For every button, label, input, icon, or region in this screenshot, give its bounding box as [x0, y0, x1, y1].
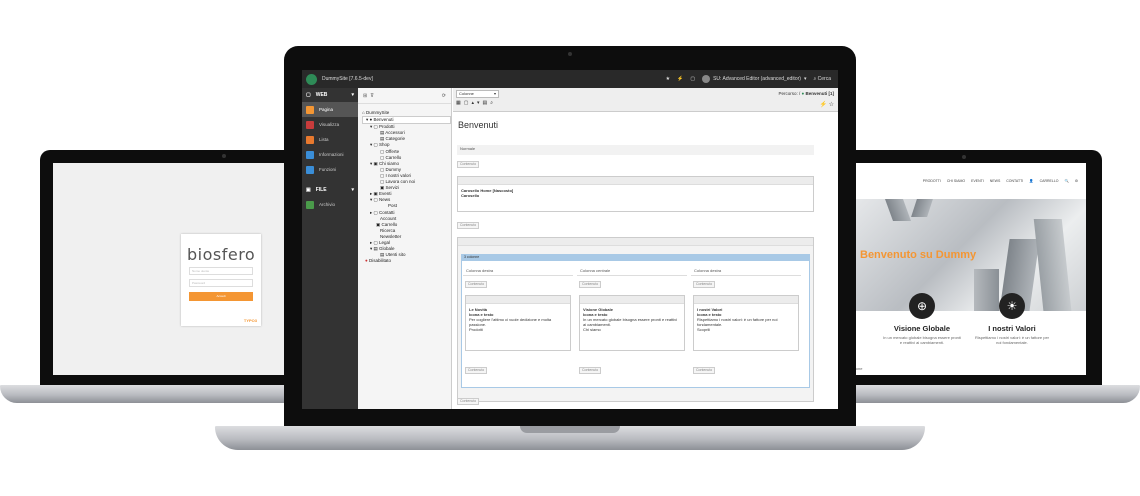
- content-element-valori[interactable]: I nostri Valori Icona e testo Rispettiamo …: [693, 295, 799, 351]
- search-icon: ⌕: [813, 76, 817, 82]
- add-content-button[interactable]: Contenuto: [579, 281, 602, 288]
- view-icon[interactable]: ▦: [456, 100, 461, 106]
- column-head: Colonna destra: [463, 266, 573, 276]
- module-group-file[interactable]: ▣ FILE ▾: [302, 183, 358, 197]
- feature-valori: ☀ I nostri Valori Rispettiamo i nostri v…: [972, 293, 1052, 345]
- down-icon[interactable]: ▾: [477, 100, 480, 106]
- content-element-visione[interactable]: Visione Globale Icona e testo In un mercat…: [579, 295, 685, 351]
- tree-node[interactable]: ● Disabilitato: [362, 258, 451, 264]
- typo3-topbar: DummySite [7.6.5-dev] ★ ⚡ ▢ SU: Advanced…: [302, 70, 838, 88]
- search-icon[interactable]: 🔍: [1065, 179, 1069, 183]
- tree-node[interactable]: ▾ ● Benvenuti: [362, 116, 451, 125]
- module-visualizza[interactable]: Visualizza: [302, 117, 358, 132]
- flash-icon[interactable]: ⚡: [819, 102, 826, 108]
- filter-icon[interactable]: ⊽: [370, 93, 374, 99]
- site-name: DummySite [7.6.5-dev]: [322, 76, 373, 82]
- module-informazioni[interactable]: Informazioni: [302, 147, 358, 162]
- page-module-content: Colonne ▾ ▦ ▢ ▴ ▾ ▤ ⌕ Percorso: / ● Benve…: [453, 88, 838, 409]
- info-module-icon: [306, 150, 314, 159]
- nav-contatti[interactable]: CONTATTI: [1006, 179, 1023, 183]
- page-module-icon: [306, 105, 314, 114]
- add-content-button[interactable]: Contenuto: [457, 222, 480, 229]
- add-content-button[interactable]: Contenuto: [465, 281, 488, 288]
- chevron-down-icon: ▾: [493, 91, 496, 96]
- avatar: [702, 75, 711, 83]
- feature-text: Rispettiamo i nostri valori: è un fattor…: [974, 335, 1050, 345]
- doc-header: Colonne ▾ ▦ ▢ ▴ ▾ ▤ ⌕ Percorso: / ● Benve…: [453, 88, 838, 112]
- page-status-icon: ●: [801, 91, 805, 96]
- scene: biosfero Nome utente Password Accedi TYP…: [0, 0, 1140, 496]
- chevron-down-icon: ▾: [803, 76, 807, 82]
- module-archivio[interactable]: Archivio: [302, 197, 358, 212]
- column-select[interactable]: Colonne ▾: [456, 90, 499, 98]
- up-icon[interactable]: ▴: [471, 100, 474, 106]
- docheader-right-buttons: ⚡ ☆: [819, 101, 834, 108]
- new-icon[interactable]: ▢: [464, 100, 469, 106]
- bulb-icon: ☀: [999, 293, 1025, 319]
- add-content-button[interactable]: Contenuto: [457, 161, 480, 168]
- tree-list: ⌂ DummySite ▾ ● Benvenuti ▾ ▢ Prodotti ▤…: [358, 104, 451, 264]
- add-content-button[interactable]: Contenuto: [457, 398, 480, 405]
- chevron-down-icon: ▾: [351, 92, 354, 98]
- tree-toolbar: ⊞ ⊽ ⟳: [358, 88, 451, 104]
- add-content-button[interactable]: Contenuto: [579, 367, 602, 374]
- settings-icon[interactable]: ⚙: [1075, 179, 1078, 183]
- new-page-icon[interactable]: ⊞: [363, 93, 367, 99]
- list-module-icon: [306, 135, 314, 144]
- nav-chi-siamo[interactable]: CHI SIAMO: [947, 179, 965, 183]
- feature-title: I nostri Valori: [988, 324, 1036, 333]
- center-laptop: DummySite [7.6.5-dev] ★ ⚡ ▢ SU: Advanced…: [215, 0, 925, 496]
- flash-icon[interactable]: ⚡: [677, 76, 683, 82]
- search-label: Cerca: [817, 76, 831, 82]
- functions-module-icon: [306, 165, 314, 174]
- backend-screen: DummySite [7.6.5-dev] ★ ⚡ ▢ SU: Advanced…: [302, 70, 838, 409]
- column-head: Colonna centrale: [577, 266, 687, 276]
- module-lista[interactable]: Lista: [302, 132, 358, 147]
- add-content-button[interactable]: Contenuto: [693, 281, 716, 288]
- add-content-button[interactable]: Contenuto: [465, 367, 488, 374]
- typo3-logo-icon[interactable]: [306, 73, 317, 85]
- module-menu: ▢ WEB ▾ Pagina Visualizza Lista Informazio…: [302, 88, 358, 409]
- page-tree: ⊞ ⊽ ⟳ ⌂ DummySite ▾ ● Benvenuti ▾ ▢ Prod…: [358, 88, 452, 409]
- content-element-carousel[interactable]: Carosello Home [Nascosto] Carosello: [457, 176, 814, 212]
- star-icon[interactable]: ☆: [829, 102, 834, 108]
- list-icon[interactable]: ▤: [483, 100, 488, 106]
- user-label: SU: Advanced Editor (advanced_editor): [713, 76, 801, 82]
- nav-prodotti[interactable]: PRODOTTI: [923, 179, 941, 183]
- nav-news[interactable]: NEWS: [990, 179, 1001, 183]
- breadcrumb: Percorso: / ● Benvenuti [1]: [778, 91, 834, 96]
- search-icon[interactable]: ⌕: [490, 100, 493, 106]
- content-element-novita[interactable]: Le Novità Icona e testo Per cogliere l'att…: [465, 295, 571, 351]
- user-menu[interactable]: SU: Advanced Editor (advanced_editor) ▾: [702, 75, 806, 83]
- account-icon[interactable]: 👤: [1029, 179, 1033, 183]
- bookmark-icon[interactable]: ★: [666, 76, 670, 82]
- refresh-icon[interactable]: ⟳: [442, 93, 446, 99]
- document-icon[interactable]: ▢: [690, 76, 695, 82]
- module-pagina[interactable]: Pagina: [302, 102, 358, 117]
- nav-eventi[interactable]: EVENTI: [971, 179, 984, 183]
- docheader-buttons: ▦ ▢ ▴ ▾ ▤ ⌕: [456, 100, 493, 106]
- page-title: Benvenuti: [458, 120, 499, 130]
- image-icon: ▣: [306, 187, 311, 193]
- chevron-down-icon: ▾: [351, 187, 354, 193]
- page-icon: ▢: [306, 92, 311, 98]
- nav-carrello[interactable]: CARRELLO: [1040, 179, 1059, 183]
- column-head: Colonna destra: [691, 266, 801, 276]
- view-module-icon: [306, 120, 314, 129]
- filelist-module-icon: [306, 200, 314, 209]
- module-funzioni[interactable]: Funzioni: [302, 162, 358, 177]
- search-toggle[interactable]: ⌕ Cerca: [813, 76, 831, 82]
- module-group-web[interactable]: ▢ WEB ▾: [302, 88, 358, 102]
- add-content-button[interactable]: Contenuto: [693, 367, 716, 374]
- colpos-normale: Normale: [457, 145, 814, 155]
